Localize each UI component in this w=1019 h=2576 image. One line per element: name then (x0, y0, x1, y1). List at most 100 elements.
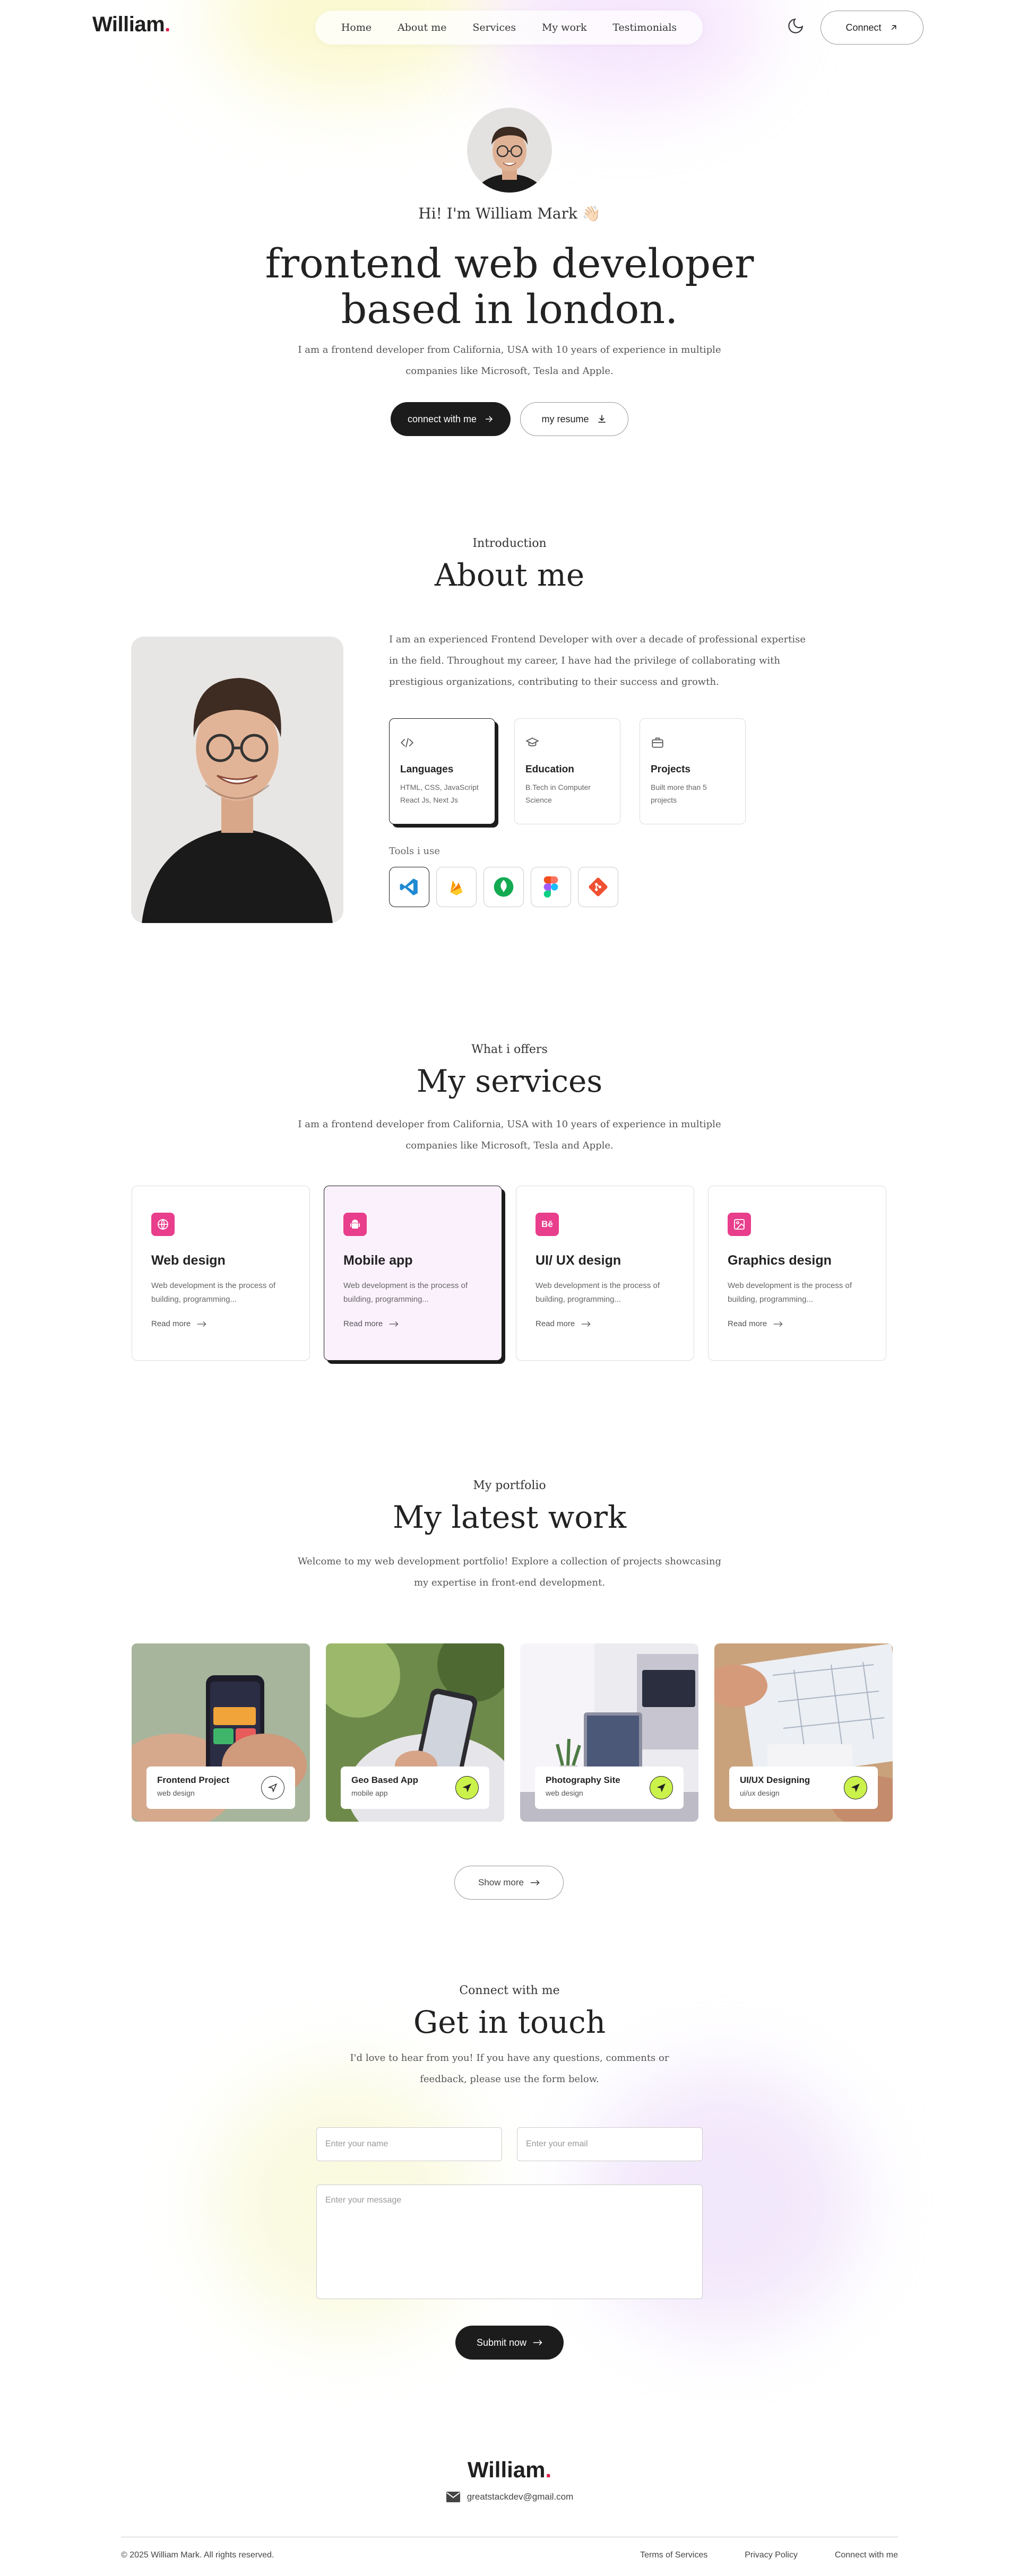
arrow-right-icon (533, 2339, 542, 2346)
service-card-graphics-design[interactable]: Graphics design Web development is the p… (708, 1186, 886, 1361)
service-desc: Web development is the process of buildi… (151, 1281, 276, 1304)
tool-figma[interactable] (531, 867, 571, 907)
arrow-right-icon (389, 1321, 399, 1327)
nav-link-work[interactable]: My work (542, 22, 587, 33)
code-icon (400, 738, 414, 747)
work-label: Photography Site web design (535, 1766, 684, 1809)
work-card-frontend-project[interactable]: Frontend Project web design (132, 1643, 310, 1822)
contact-description: I'd love to hear from you! If you have a… (350, 2052, 669, 2085)
name-input[interactable] (316, 2127, 502, 2161)
figma-icon (543, 876, 558, 898)
read-more-label: Read more (151, 1319, 191, 1328)
send-arrow-icon[interactable] (261, 1776, 284, 1799)
work-card-geo-based-app[interactable]: Geo Based App mobile app (326, 1643, 504, 1822)
read-more-link[interactable]: Read more (151, 1319, 290, 1328)
nav-link-home[interactable]: Home (341, 22, 372, 33)
send-arrow-icon[interactable] (844, 1776, 867, 1799)
moon-icon[interactable] (787, 17, 805, 35)
tool-git[interactable] (578, 867, 618, 907)
service-desc: Web development is the process of buildi… (343, 1281, 468, 1304)
service-card-mobile-app[interactable]: Mobile app Web development is the proces… (324, 1186, 502, 1361)
nav-link-about[interactable]: About me (398, 22, 447, 33)
work-label: UI/UX Designing ui/ux design (729, 1766, 878, 1809)
footer-logo[interactable]: William. (0, 2457, 1019, 2483)
footer-links: Terms of Services Privacy Policy Connect… (640, 2551, 898, 2560)
arrow-up-right-icon (891, 25, 896, 30)
info-card-projects[interactable]: Projects Built more than 5 projects (640, 718, 746, 824)
info-card-desc: Built more than 5 projects (651, 783, 707, 804)
send-arrow-icon[interactable] (650, 1776, 673, 1799)
services-description: I am a frontend developer from Californi… (298, 1119, 721, 1151)
info-card-desc: B.Tech in Computer Science (525, 783, 591, 804)
connect-button[interactable]: Connect (821, 11, 923, 45)
service-card-ui-ux-design[interactable]: Bē UI/ UX design Web development is the … (516, 1186, 694, 1361)
contact-title: Get in touch (413, 2004, 606, 2040)
service-title: Graphics design (728, 1253, 832, 1268)
message-textarea[interactable] (316, 2185, 703, 2299)
service-title: Web design (151, 1253, 226, 1268)
terms-link[interactable]: Terms of Services (640, 2551, 707, 2560)
logo[interactable]: William. (92, 13, 170, 37)
submit-button[interactable]: Submit now (455, 2326, 564, 2360)
footer-email-text: greatstackdev@gmail.com (467, 2492, 574, 2502)
read-more-link[interactable]: Read more (728, 1319, 867, 1328)
mongodb-icon (494, 877, 514, 897)
work-card-photography-site[interactable]: Photography Site web design (520, 1643, 698, 1822)
footer-email[interactable]: greatstackdev@gmail.com (0, 2491, 1019, 2503)
hero-title: frontend web developer based in london. (265, 240, 754, 333)
about-title: About me (434, 557, 585, 593)
work-label: Frontend Project web design (146, 1766, 295, 1809)
nav-link-testimonials[interactable]: Testimonials (612, 22, 677, 33)
tool-firebase[interactable] (436, 867, 477, 907)
read-more-label: Read more (536, 1319, 575, 1328)
arrow-right-icon (581, 1321, 591, 1327)
read-more-label: Read more (728, 1319, 767, 1328)
read-more-link[interactable]: Read more (343, 1319, 482, 1328)
email-input[interactable] (517, 2127, 703, 2161)
service-desc: Web development is the process of buildi… (728, 1281, 852, 1304)
globe-icon (151, 1213, 175, 1236)
resume-button[interactable]: my resume (520, 402, 628, 436)
portfolio-subtitle: My portfolio (473, 1479, 546, 1492)
image-icon (728, 1213, 751, 1236)
read-more-link[interactable]: Read more (536, 1319, 675, 1328)
copyright: © 2025 William Mark. All rights reserved… (121, 2551, 274, 2560)
work-card-ui-ux-designing[interactable]: UI/UX Designing ui/ux design (714, 1643, 893, 1822)
arrow-right-icon (486, 416, 493, 422)
info-card-title: Languages (400, 764, 454, 775)
contact-subtitle: Connect with me (459, 1984, 560, 1997)
info-card-education[interactable]: Education B.Tech in Computer Science (514, 718, 620, 824)
tools-label: Tools i use (389, 846, 440, 857)
services-title: My services (416, 1063, 603, 1099)
navbar: William. Home About me Services My work … (0, 0, 1019, 55)
connect-with-me-button[interactable]: connect with me (391, 402, 511, 436)
info-card-languages[interactable]: Languages HTML, CSS, JavaScript React Js… (389, 718, 495, 824)
arrow-right-icon (773, 1321, 783, 1327)
show-more-button[interactable]: Show more (454, 1866, 564, 1900)
tool-mongodb[interactable] (483, 867, 524, 907)
send-arrow-icon[interactable] (455, 1776, 479, 1799)
service-title: UI/ UX design (536, 1253, 621, 1268)
git-icon (589, 877, 608, 897)
download-icon (598, 415, 606, 423)
tool-vscode[interactable] (389, 867, 429, 907)
privacy-link[interactable]: Privacy Policy (745, 2551, 798, 2560)
info-card-title: Projects (651, 764, 690, 775)
work-label: Geo Based App mobile app (341, 1766, 489, 1809)
hero-greeting: Hi! I'm William Mark 👋🏻 (418, 205, 601, 222)
show-more-label: Show more (478, 1877, 524, 1887)
read-more-label: Read more (343, 1319, 383, 1328)
android-icon (343, 1213, 367, 1236)
portfolio-title: My latest work (392, 1499, 627, 1535)
about-subtitle: Introduction (472, 537, 547, 550)
resume-label: my resume (541, 413, 589, 424)
service-title: Mobile app (343, 1253, 413, 1268)
service-card-web-design[interactable]: Web design Web development is the proces… (132, 1186, 310, 1361)
connect-link[interactable]: Connect with me (835, 2551, 898, 2560)
firebase-icon (450, 880, 463, 895)
connect-label: Connect (845, 22, 882, 33)
nav-link-services[interactable]: Services (472, 22, 516, 33)
nav-links: Home About me Services My work Testimoni… (315, 11, 703, 45)
profile-avatar (467, 108, 552, 193)
mail-icon (446, 2492, 460, 2502)
